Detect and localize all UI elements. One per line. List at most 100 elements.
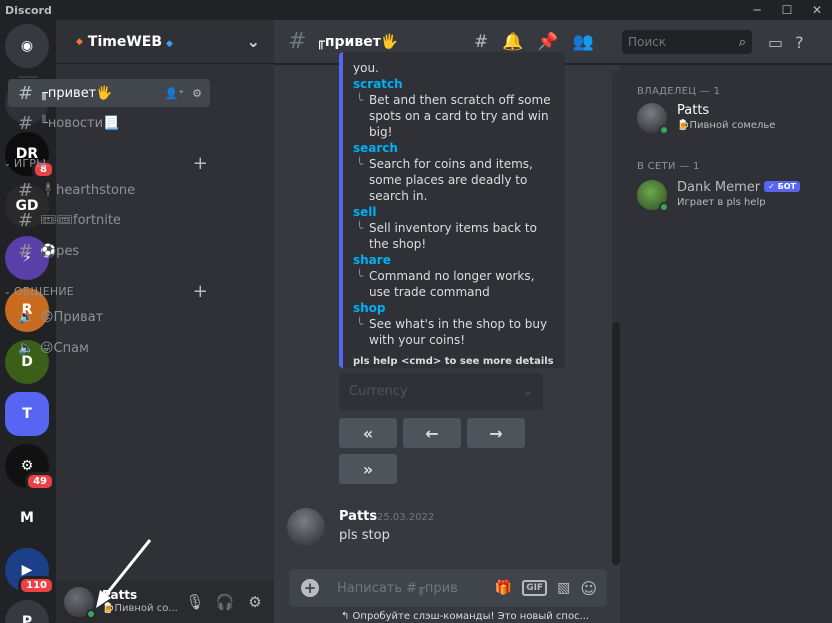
server-gear-icon[interactable]: ⚙ 49	[5, 444, 55, 491]
guild-name: TimeWEB	[87, 33, 163, 50]
member-item-patts[interactable]: Patts 🍺Пивной сомелье	[637, 103, 776, 135]
online-status-icon	[659, 125, 669, 135]
composer-placeholder: Написать #╓привет🖐	[337, 580, 457, 596]
server-p-icon[interactable]: P	[5, 600, 49, 623]
minimize-button[interactable]: ─	[742, 0, 772, 20]
select-placeholder: Currency	[349, 384, 408, 399]
guild-dot-icon: ◆	[76, 36, 83, 47]
chevron-down-icon: ⌄	[4, 286, 11, 296]
last-page-button[interactable]: »	[339, 454, 397, 484]
hash-icon: #	[18, 240, 34, 262]
server-champions-icon[interactable]: ▶ 110	[5, 548, 55, 595]
headphones-icon[interactable]: 🎧	[212, 589, 238, 615]
add-channel-icon[interactable]: +	[193, 153, 208, 174]
owner-heading: ВЛАДЕЛЕЦ — 1	[637, 86, 721, 97]
channel-novosti[interactable]: # ╙новости📃	[8, 109, 210, 137]
category-games[interactable]: ⌄ ИГРЫ +	[4, 153, 214, 174]
inbox-icon[interactable]: ▭	[768, 33, 783, 52]
members-icon[interactable]: 👥	[573, 32, 594, 52]
message-author[interactable]: Patts	[339, 509, 377, 524]
channel-fortnite[interactable]: # 🎟🎟fortnite	[8, 206, 210, 234]
threads-icon[interactable]: #	[474, 32, 488, 52]
embed-description: Bet and then scratch off some spots on a…	[353, 92, 555, 140]
server-glyph: M	[20, 510, 34, 526]
speaker-icon: 🔈	[18, 340, 35, 356]
channel-title: ╓привет🖐	[316, 33, 399, 50]
invite-icon[interactable]: 👤⁺	[165, 87, 185, 100]
search-icon: ⌕	[738, 34, 746, 50]
search-input[interactable]: Поиск ⌕	[622, 30, 752, 54]
search-placeholder: Поиск	[628, 35, 667, 49]
hash-icon: #	[18, 179, 34, 201]
online-status-icon	[86, 608, 96, 619]
title-bar: Discord ─ ☐ ✕	[0, 0, 832, 20]
pin-icon[interactable]: 📌	[537, 32, 558, 52]
channel-privet[interactable]: # ╓привет🖐 👤⁺ ⚙	[8, 79, 210, 107]
server-glyph: T	[22, 406, 32, 422]
server-timeweb-icon[interactable]: T	[5, 392, 49, 436]
channel-hearthstone[interactable]: # 🕴hearthstone	[8, 176, 210, 204]
sticker-icon[interactable]: ▧	[557, 580, 570, 596]
slash-command-hint[interactable]: ↰ Опробуйте слэш-команды! Это новый спос…	[341, 611, 609, 622]
maximize-button[interactable]: ☐	[772, 0, 802, 20]
avatar[interactable]	[64, 586, 96, 619]
help-embed: you. scratch Bet and then scratch off so…	[339, 52, 565, 368]
embed-command: share	[353, 253, 391, 267]
bot-badge: ✓ БОТ	[764, 181, 800, 192]
chevron-down-icon: ⌄	[522, 384, 533, 399]
avatar	[637, 103, 669, 135]
app-title: Discord	[5, 3, 52, 17]
channel-label: ╙новости📃	[40, 115, 120, 131]
member-item-dank-memer[interactable]: Dank Memer ✓ БОТ Играет в pls help	[637, 179, 800, 212]
speaker-icon: 🔈	[18, 309, 35, 325]
channel-label: ╓привет🖐	[40, 85, 113, 101]
channel-label: ⚽pes	[40, 243, 80, 259]
guild-header[interactable]: ◆ TimeWEB ◆ ⌄	[56, 20, 274, 64]
member-list	[620, 65, 832, 623]
gear-icon[interactable]: ⚙	[192, 87, 202, 100]
user-status: 🍺Пивной со...	[102, 602, 178, 614]
embed-lead: you.	[353, 61, 379, 75]
discord-app: Discord ─ ☐ ✕ ◉ DR 8 GD ⚡ R D T ⚙ 49 M ▶ 110 P ◆ Time…	[0, 0, 832, 623]
member-name: Dank Memer	[677, 180, 761, 195]
chevron-down-icon[interactable]: ⌄	[247, 32, 260, 51]
voice-channel-privat[interactable]: 🔈 😡Приват	[8, 303, 210, 331]
category-social[interactable]: ⌄ ОБЩЕНИЕ +	[4, 281, 214, 302]
embed-command: search	[353, 141, 398, 155]
currency-select[interactable]: Currency ⌄	[339, 373, 543, 410]
bell-icon[interactable]: 🔔	[502, 32, 523, 52]
scrollbar-thumb[interactable]	[612, 322, 620, 565]
avatar	[637, 179, 669, 212]
embed-description: Search for coins and items, some places …	[353, 156, 555, 204]
voice-channel-spam[interactable]: 🔈 😜Спам	[8, 334, 210, 362]
gift-icon[interactable]: 🎁	[495, 580, 512, 596]
member-status: 🍺Пивной сомелье	[677, 120, 776, 131]
server-glyph: P	[21, 614, 33, 623]
message-composer[interactable]: + Написать #╓привет🖐 🎁 GIF ▧ ☺	[289, 569, 607, 607]
message-text: pls stop	[339, 528, 390, 543]
guild-dot-blue-icon: ◆	[166, 38, 173, 49]
close-button[interactable]: ✕	[802, 0, 832, 20]
online-status-icon	[659, 201, 669, 212]
help-icon[interactable]: ?	[795, 33, 804, 52]
microphone-icon[interactable]: 🎙	[182, 589, 208, 615]
embed-command: scratch	[353, 77, 403, 91]
discord-home-icon[interactable]: ◉	[5, 24, 49, 68]
emoji-icon[interactable]: ☺	[580, 579, 597, 598]
add-channel-icon[interactable]: +	[193, 281, 208, 302]
add-attachment-icon[interactable]: +	[301, 579, 319, 597]
next-page-button[interactable]: →	[467, 418, 525, 448]
gear-icon[interactable]: ⚙	[242, 589, 268, 615]
hash-icon: #	[18, 209, 34, 231]
channel-pes[interactable]: # ⚽pes	[8, 237, 210, 265]
online-heading: В СЕТИ — 1	[637, 161, 700, 172]
chevron-down-icon: ⌄	[4, 158, 11, 168]
embed-description: See what's in the shop to buy with your …	[353, 316, 555, 348]
first-page-button[interactable]: «	[339, 418, 397, 448]
hash-icon: #	[288, 29, 307, 54]
avatar[interactable]	[287, 508, 325, 546]
server-m-icon[interactable]: M	[5, 496, 49, 540]
prev-page-button[interactable]: ←	[403, 418, 461, 448]
gif-icon[interactable]: GIF	[522, 580, 548, 596]
mention-badge: 110	[18, 576, 55, 595]
